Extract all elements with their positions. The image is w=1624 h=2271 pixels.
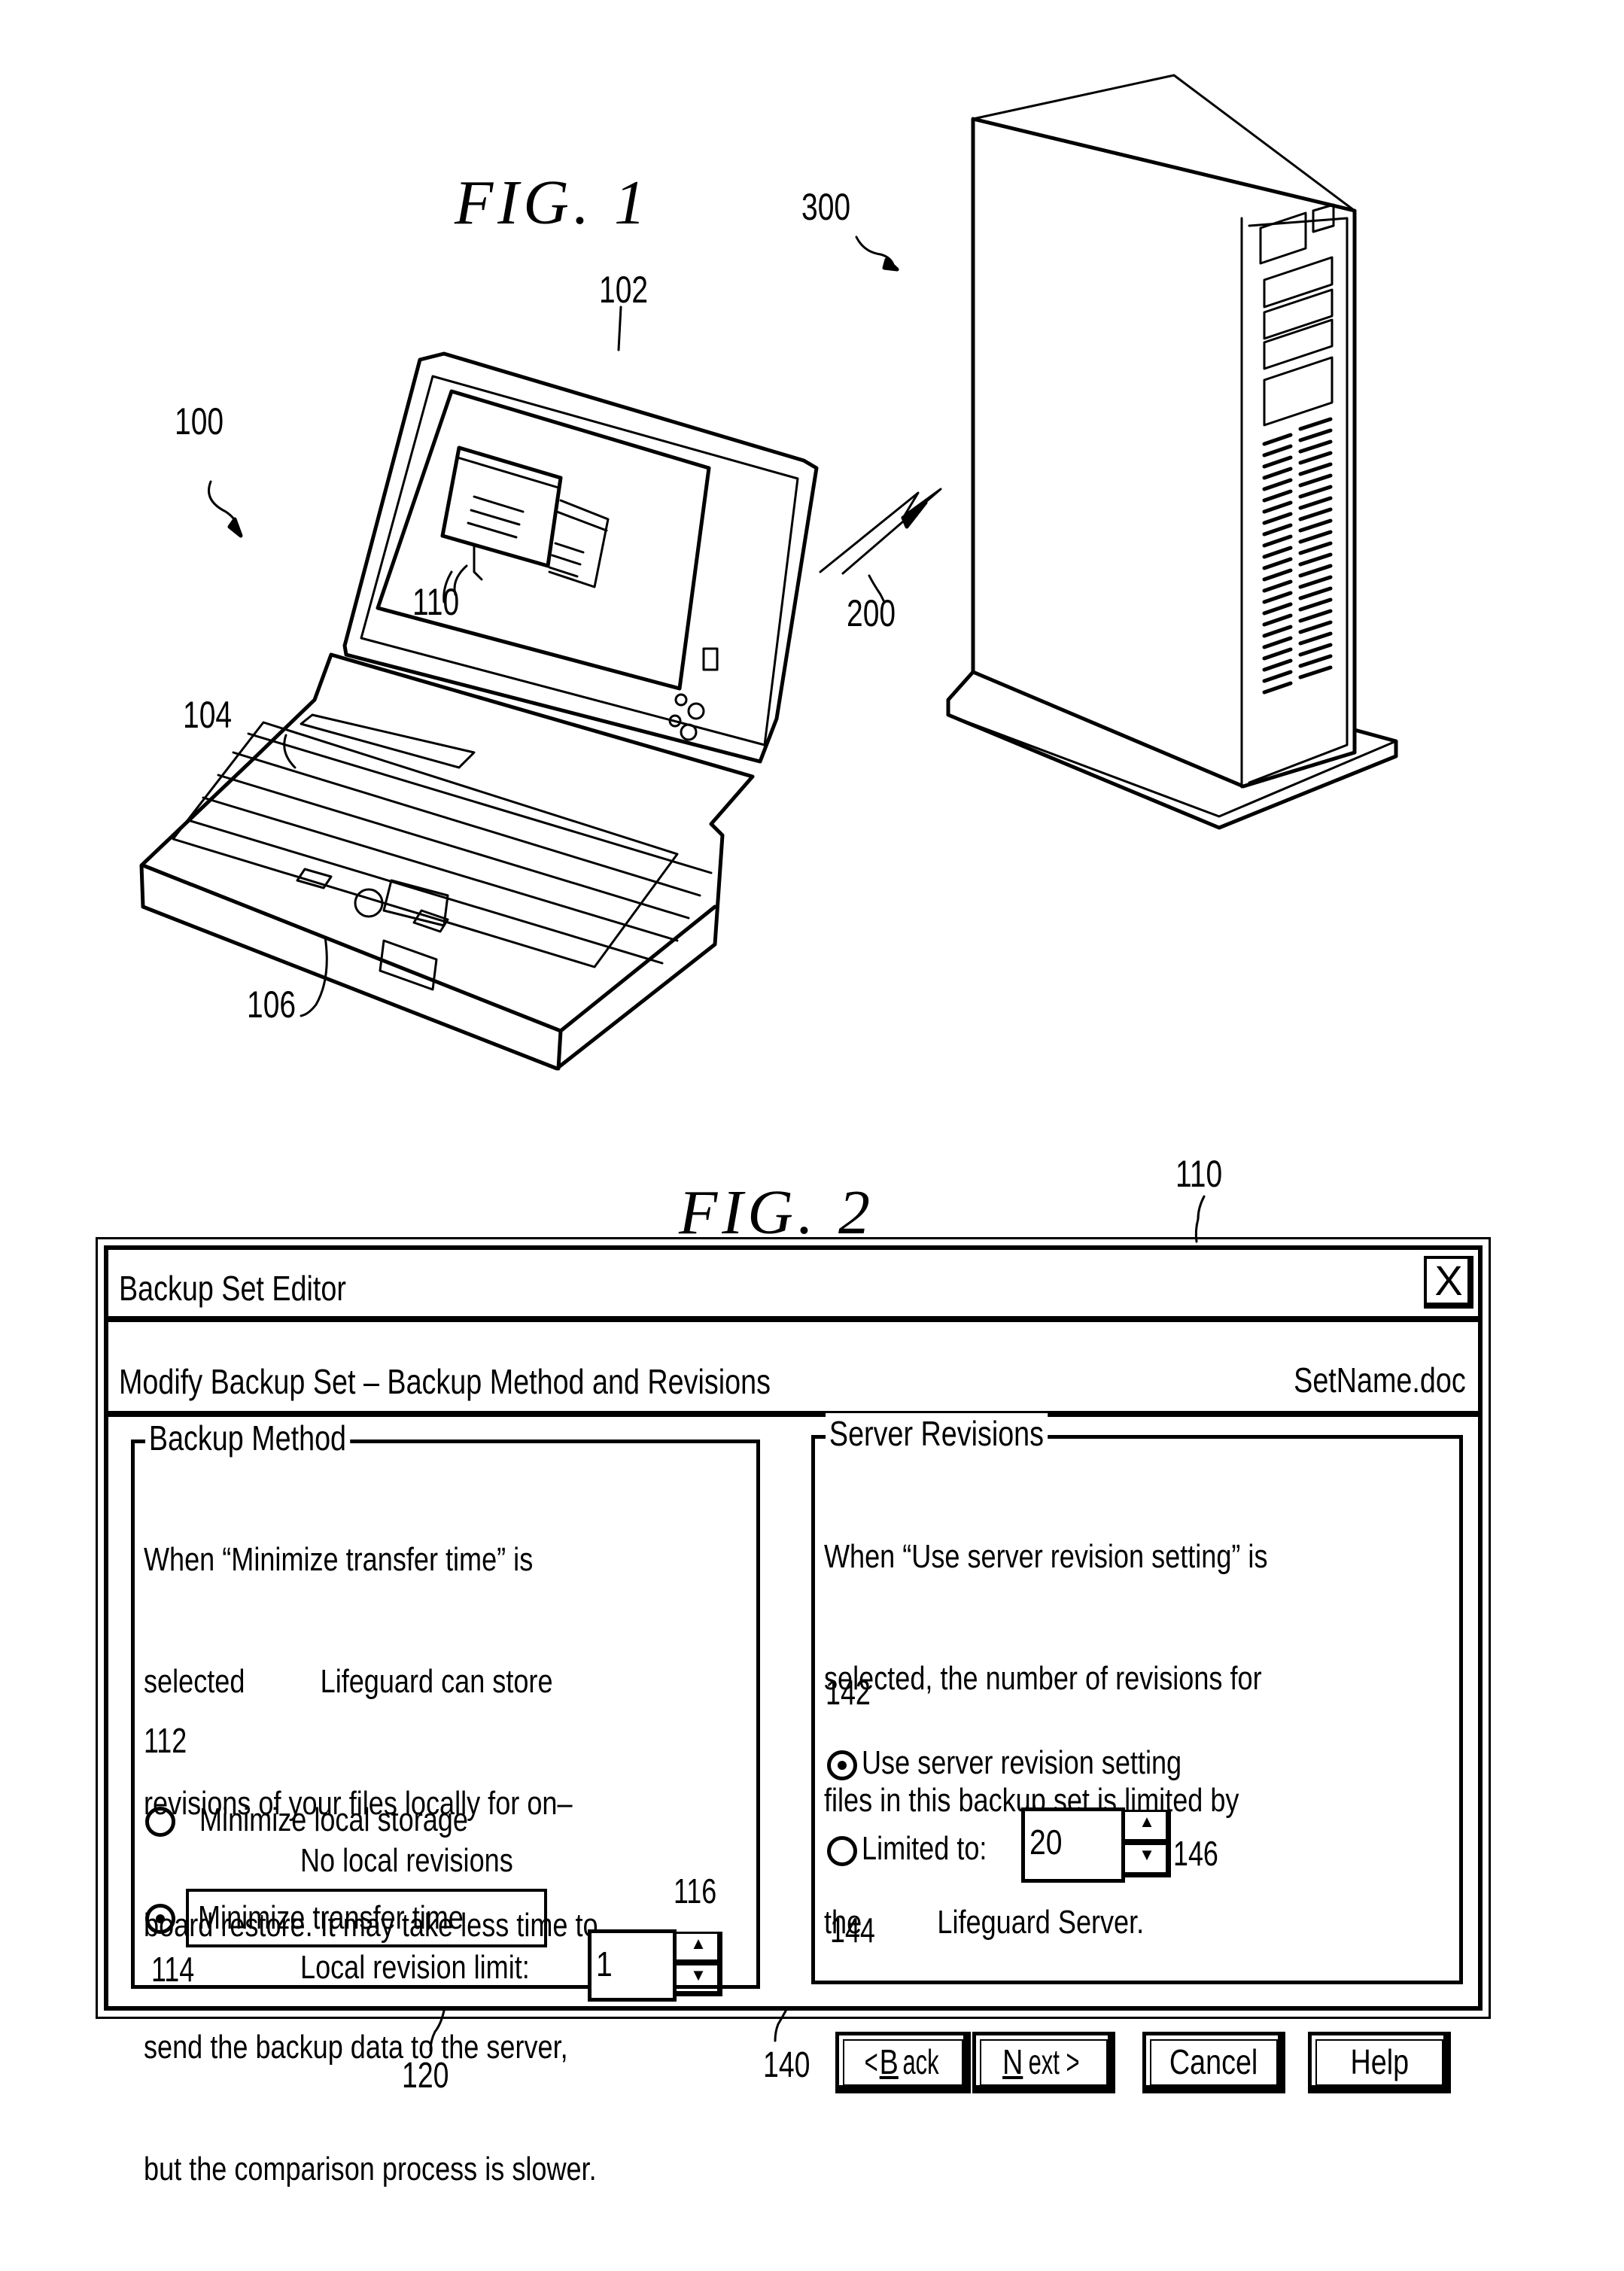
back-mnemonic: B bbox=[880, 2042, 899, 2081]
label-limited-to[interactable]: Limited to: bbox=[862, 1830, 987, 1868]
desc-line: the Lifeguard Server. bbox=[824, 1904, 1145, 1941]
limited-to-value[interactable]: 20 bbox=[1029, 1822, 1062, 1862]
focus-box-transfer-time[interactable]: Minimize transfer time bbox=[186, 1889, 547, 1947]
arrow-down-icon: ▼ bbox=[690, 1965, 707, 1984]
server-revisions-description: When “Use server revision setting” is se… bbox=[824, 1455, 1267, 2024]
limited-to-spinner[interactable]: 20 ▲ ▼ bbox=[1021, 1807, 1171, 1883]
local-revision-limit-value[interactable]: 1 bbox=[596, 1944, 613, 1984]
dialog-title: Backup Set Editor bbox=[119, 1269, 346, 1308]
desc-line: send the backup data to the server, bbox=[144, 2029, 568, 2066]
ref-label-radio-transfer: 114 bbox=[151, 1950, 195, 1989]
ref-label-server-revisions-group: 140 bbox=[763, 2045, 810, 2085]
backup-set-editor-dialog: Backup Set Editor X Modify Backup Set – … bbox=[96, 1237, 1491, 2187]
label-local-revision-limit: Local revision limit: bbox=[300, 1949, 530, 1986]
cancel-button[interactable]: Cancel bbox=[1142, 2032, 1285, 2093]
arrow-up-icon: ▲ bbox=[1139, 1812, 1155, 1831]
label-minimize-transfer-time: Minimize transfer time bbox=[198, 1899, 464, 1936]
desc-line: When “Use server revision setting” is bbox=[824, 1538, 1268, 1575]
help-button[interactable]: Help bbox=[1308, 2032, 1451, 2093]
ref-label-radio-limited: 144 bbox=[830, 1911, 875, 1950]
label-minimize-local-storage[interactable]: Minimize local storage bbox=[199, 1801, 468, 1839]
arrow-up-icon: ▲ bbox=[690, 1934, 707, 1953]
back-rest: ack bbox=[902, 2042, 939, 2081]
close-icon: X bbox=[1434, 1257, 1463, 1304]
back-prefix: < bbox=[865, 2042, 879, 2081]
desc-line: selected, the number of revisions for bbox=[824, 1660, 1262, 1697]
limited-increment-button[interactable]: ▲ bbox=[1123, 1810, 1171, 1844]
dialog-subheader: Modify Backup Set – Backup Method and Re… bbox=[108, 1322, 1478, 1417]
title-bar[interactable]: Backup Set Editor X bbox=[108, 1250, 1478, 1322]
radio-use-server-revision-setting[interactable] bbox=[827, 1750, 857, 1780]
radio-limited-to[interactable] bbox=[827, 1836, 857, 1866]
ref-label-spinner-limited: 146 bbox=[1173, 1834, 1218, 1873]
limited-decrement-button[interactable]: ▼ bbox=[1123, 1843, 1171, 1877]
desc-line: When “Minimize transfer time” is bbox=[144, 1541, 534, 1578]
help-button-label: Help bbox=[1350, 2042, 1409, 2081]
server-revisions-legend: Server Revisions bbox=[826, 1413, 1048, 1454]
radio-minimize-transfer-time[interactable] bbox=[145, 1904, 175, 1934]
ref-label-spinner-local: 116 bbox=[674, 1871, 717, 1911]
dialog-subtitle: Modify Backup Set – Backup Method and Re… bbox=[119, 1362, 771, 1401]
desc-line: selected Lifeguard can store bbox=[144, 1663, 553, 1700]
next-rest: ext > bbox=[1028, 2042, 1080, 2081]
ref-label-radio-local: 112 bbox=[144, 1721, 187, 1760]
server-revisions-group: Server Revisions When “Use server revisi… bbox=[811, 1413, 1463, 1984]
ref-label-radio-server: 142 bbox=[826, 1673, 871, 1712]
desc-line: but the comparison process is slower. bbox=[144, 2151, 597, 2187]
ref-label-backup-method-group: 120 bbox=[402, 2056, 449, 2096]
close-button[interactable]: X bbox=[1424, 1256, 1473, 1309]
next-mnemonic: N bbox=[1002, 2042, 1023, 2081]
arrow-down-icon: ▼ bbox=[1139, 1845, 1155, 1864]
next-button-label: Next > bbox=[1002, 2035, 1085, 2088]
local-limit-decrement-button[interactable]: ▼ bbox=[674, 1963, 722, 1996]
local-revision-limit-spinner[interactable]: 1 ▲ ▼ bbox=[588, 1929, 722, 2002]
backup-method-group: Backup Method When “Minimize transfer ti… bbox=[131, 1418, 760, 2187]
label-use-server-revision-setting[interactable]: Use server revision setting bbox=[862, 1744, 1182, 1782]
local-limit-increment-button[interactable]: ▲ bbox=[674, 1932, 722, 1965]
set-filename: SetName.doc bbox=[1294, 1360, 1466, 1400]
back-button-label: < Back bbox=[863, 2035, 943, 2088]
label-no-local-revisions: No local revisions bbox=[300, 1842, 513, 1879]
backup-method-legend: Backup Method bbox=[145, 1418, 350, 1458]
radio-minimize-local-storage[interactable] bbox=[145, 1807, 175, 1837]
cancel-button-label: Cancel bbox=[1169, 2042, 1258, 2081]
back-button[interactable]: < Back bbox=[835, 2032, 971, 2093]
next-button[interactable]: Next > bbox=[972, 2032, 1115, 2093]
